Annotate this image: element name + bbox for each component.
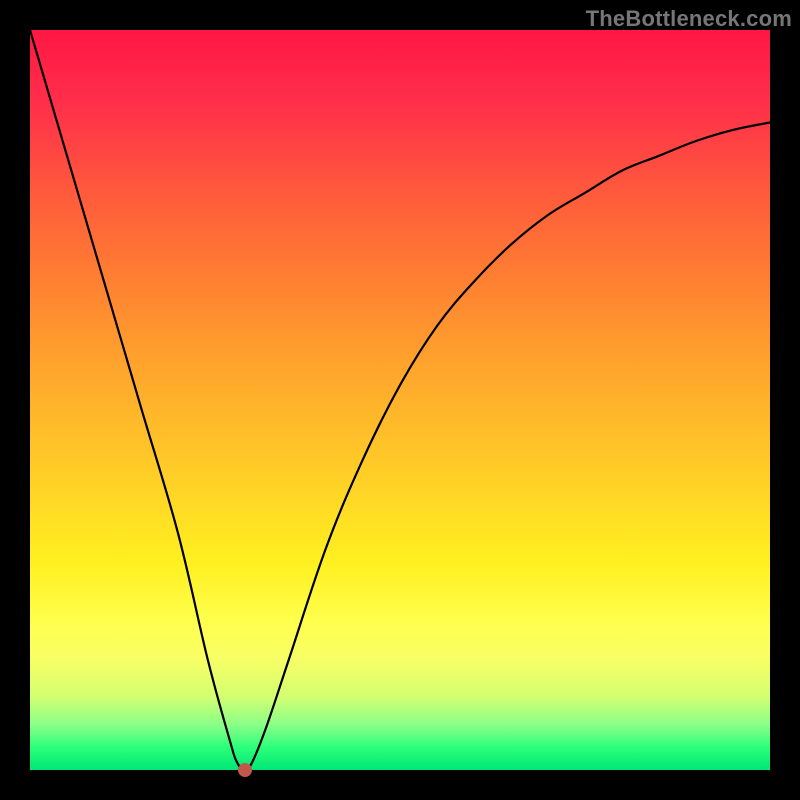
curve-svg <box>30 30 770 770</box>
plot-area <box>30 30 770 770</box>
chart-container: TheBottleneck.com <box>0 0 800 800</box>
bottleneck-curve-path <box>30 30 770 770</box>
watermark-text: TheBottleneck.com <box>586 6 792 32</box>
minimum-marker <box>238 763 252 777</box>
